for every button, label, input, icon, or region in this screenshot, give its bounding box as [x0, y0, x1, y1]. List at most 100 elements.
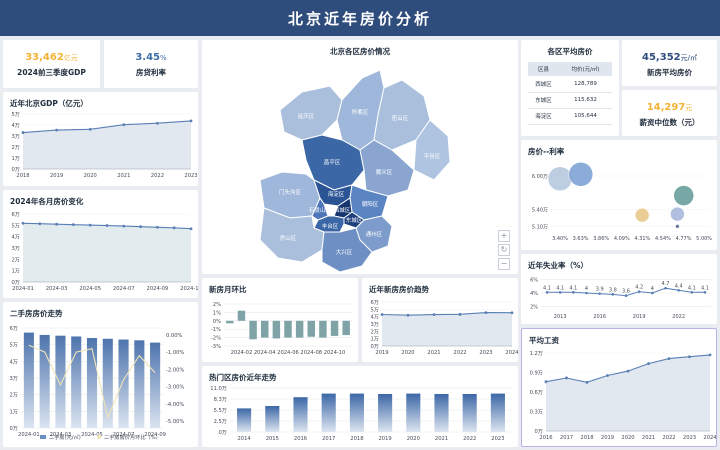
monthly-chart: 0万 1万 2万 3万 4万 5万 6万 2024-01 2024-03 2024-05 2024-… — [12, 211, 199, 292]
kpi-new-price-label: 新房平均房价 — [647, 68, 692, 77]
data-point — [624, 294, 628, 298]
y-tick-label: 8.3万 — [214, 396, 227, 403]
table-cell: 西城区 — [528, 76, 560, 93]
data-point — [565, 376, 568, 380]
data-label: 4.2 — [635, 285, 643, 291]
x-tick-label: 2017 — [322, 436, 335, 442]
map-label-huairou: 怀柔区 — [352, 108, 369, 116]
bubble-point — [634, 207, 650, 223]
x-tick-label: 2024 — [505, 350, 518, 356]
area-fill — [23, 120, 191, 169]
data-point — [55, 128, 58, 132]
y-tick-label: -2% — [211, 336, 221, 342]
data-point — [703, 291, 707, 294]
kpi-salary-label: 薪资中位数（元） — [639, 118, 700, 127]
monthly-chart-card: 2024年各月房价变化 0万 1万 2万 3万 4万 5万 6万 2024-01 2024-03… — [3, 190, 198, 298]
data-point — [21, 221, 25, 225]
data-point — [55, 222, 58, 226]
data-label: 3.9 — [596, 287, 604, 293]
bar — [272, 320, 281, 339]
y-tick-label: 1万 — [12, 268, 21, 275]
bar — [39, 334, 50, 428]
data-point — [122, 123, 126, 127]
data-point — [139, 225, 143, 229]
x-tick-label: 2018 — [580, 435, 593, 441]
data-point — [651, 291, 654, 295]
bar — [134, 340, 145, 428]
data-point — [156, 225, 159, 229]
data-point — [380, 313, 384, 316]
y-tick-label: 2万 — [371, 328, 380, 335]
x-tick-label: 2014 — [237, 436, 251, 442]
bar — [150, 342, 161, 428]
bubble-point — [568, 162, 594, 187]
data-label: 3.6 — [622, 289, 630, 295]
table-header: 区县 — [528, 62, 560, 76]
y2-tick-label: -3.00% — [166, 385, 184, 391]
beijing-map[interactable]: 延庆区 怀柔区 密云区 平谷区 昌平区 顺义区 门头沟区 海淀区 朝阳区 石景山… — [202, 40, 518, 274]
x-tick-label: 2020 — [84, 173, 97, 179]
data-point — [88, 223, 92, 227]
new-trend-chart-card: 近年新房房价趋势 0万 1万 2万 3万 4万 5万 6万 2019 2020 2021 2022 2… — [362, 278, 518, 362]
data-point — [105, 224, 109, 227]
x-tick-label: 2022 — [672, 314, 685, 320]
kpi-rate-value: 3.45% — [135, 52, 167, 63]
bar — [330, 320, 339, 336]
y-tick-label: 0万 — [12, 279, 21, 286]
bar — [321, 393, 336, 432]
map-label-pinggu: 平谷区 — [424, 152, 441, 160]
table-cell: 海淀区 — [528, 108, 560, 125]
table-cell: 115,632 — [559, 92, 612, 109]
data-point — [406, 313, 410, 317]
x-tick-label: 2024-02 — [231, 350, 253, 356]
y-tick-label: 5.5万 — [214, 407, 227, 414]
x-tick-label: 2016 — [539, 435, 552, 441]
x-tick-label: 2013 — [554, 314, 567, 320]
map-district-shunyi[interactable] — [359, 139, 415, 197]
kpi-salary-value: 14,297元 — [646, 102, 693, 113]
second-hand-chart: 0万 1万 2万 3万 4万 5万 6万 0.00% -1.00% -2.00% -3.00% -4.… — [10, 325, 185, 441]
data-label: 4.1 — [543, 285, 551, 291]
bar — [307, 320, 315, 337]
unemployment-chart: 2% 4% 6% 4.1 4.1 4.1 4 3.9 3.8 3.6 4.2 4 4.7 4.4 4.1 4.… — [530, 277, 711, 320]
data-point — [708, 353, 712, 357]
y-tick-label: 3万 — [371, 321, 380, 328]
x-tick-label: 2018 — [350, 436, 363, 442]
y2-tick-label: -2.00% — [166, 367, 184, 373]
map-district-yanqing[interactable] — [279, 85, 343, 141]
map-label-xicheng: 西城区 — [334, 207, 351, 214]
y2-tick-label: -5.00% — [166, 419, 184, 425]
reset-view-button[interactable]: ↻ — [498, 244, 510, 256]
y-tick-label: 0万 — [535, 428, 544, 435]
legend-swatch-line — [97, 435, 101, 439]
kpi-gdp-value: 33,462亿元 — [25, 52, 78, 63]
bubble-point — [673, 185, 694, 206]
y-tick-label: 0.3万 — [530, 409, 543, 416]
zoom-in-button[interactable]: + — [498, 230, 510, 242]
data-label: 4 — [651, 286, 654, 292]
y-tick-label: 4万 — [12, 122, 21, 129]
kpi-gdp-card: 33,462亿元 2024前三季度GDP — [3, 40, 100, 88]
y-tick-label: 0万 — [371, 343, 380, 350]
y-tick-label: 5万 — [12, 222, 21, 229]
y-tick-label: 3万 — [12, 133, 21, 140]
table-row: 西城区 128,789 — [528, 76, 612, 93]
x-tick-label: 2024-01 — [18, 432, 40, 438]
zoom-out-button[interactable]: − — [498, 258, 510, 270]
data-point — [598, 292, 601, 295]
x-tick-label: 2021 — [435, 436, 448, 442]
data-point — [606, 374, 609, 377]
x-tick-label: 2019 — [601, 435, 614, 441]
data-point — [432, 313, 436, 317]
x-tick-label: 2022 — [463, 436, 476, 442]
bubble-point — [547, 166, 573, 192]
y-tick-label: 5万 — [12, 111, 21, 118]
data-point — [189, 227, 193, 231]
y-tick-label: 2万 — [12, 144, 21, 151]
y2-tick-label: -4.00% — [166, 402, 184, 408]
kpi-gdp-label: 2024前三季度GDP — [17, 68, 86, 77]
y-tick-label: 4万 — [371, 314, 380, 321]
legend-swatch-bar — [40, 435, 46, 439]
area-fill — [382, 312, 512, 346]
kpi-salary-card: 14,297元 薪资中位数（元） — [622, 90, 717, 136]
